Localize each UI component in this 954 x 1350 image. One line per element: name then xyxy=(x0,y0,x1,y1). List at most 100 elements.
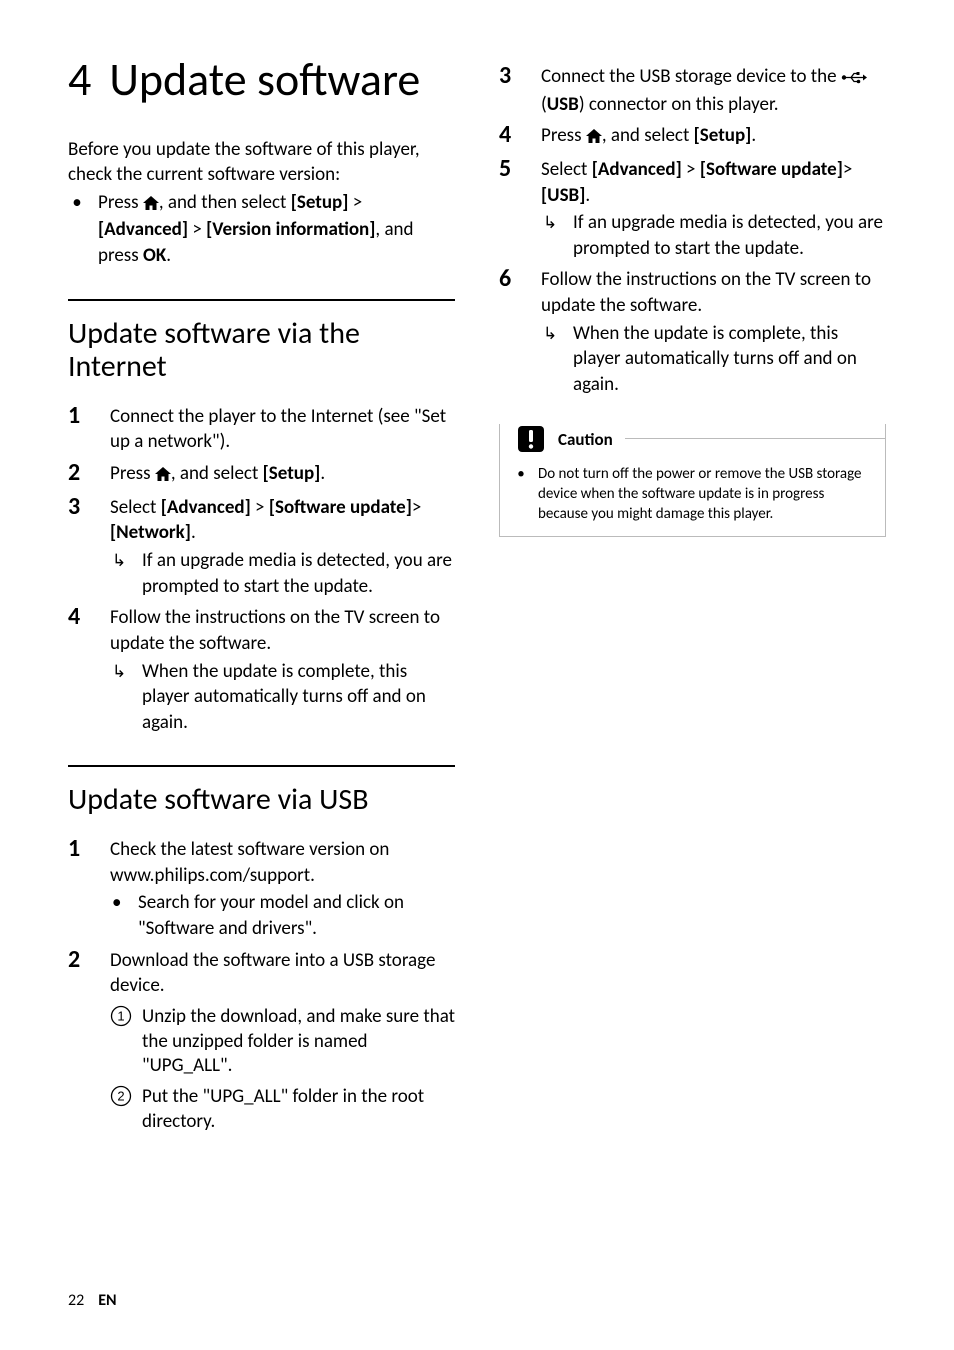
step-body: Connect the player to the Internet (see … xyxy=(110,404,455,455)
text: > xyxy=(348,191,362,214)
text: ) connector on this player. xyxy=(579,93,779,116)
step-body: Follow the instructions on the TV screen… xyxy=(541,267,886,397)
caution-box: Caution • Do not turn off the power or r… xyxy=(499,424,886,538)
step-number: 2 xyxy=(68,461,92,489)
intro-bullet-text: Press , and then select [Setup] > [Advan… xyxy=(98,190,455,269)
step-number: 4 xyxy=(499,123,523,151)
result-text: If an upgrade media is detected, you are… xyxy=(142,548,455,599)
page-language: EN xyxy=(98,1291,116,1310)
text: > xyxy=(412,496,421,519)
text: . xyxy=(585,184,590,207)
text: > xyxy=(843,158,852,181)
substep-text: Put the "UPG_ALL" folder in the root dir… xyxy=(142,1085,455,1134)
result-note: ↳ When the update is complete, this play… xyxy=(110,659,455,736)
caution-bullet: • Do not turn off the power or remove th… xyxy=(512,464,873,525)
caution-icon xyxy=(516,424,546,454)
usb-step-3: 3 Connect the USB storage device to the … xyxy=(499,64,886,117)
text: Press xyxy=(110,462,155,485)
text: Press xyxy=(98,191,143,214)
result-arrow-icon: ↳ xyxy=(543,321,561,398)
column-right: 3 Connect the USB storage device to the … xyxy=(499,56,886,1291)
text: > xyxy=(188,218,206,241)
text: Search for your model and click on "Soft… xyxy=(138,890,455,941)
menu-network: [Network] xyxy=(110,521,191,544)
text: . xyxy=(166,244,171,267)
step-body: Select [Advanced] > [Software update]> [… xyxy=(110,495,455,600)
chapter-number: 4 xyxy=(68,56,91,104)
text: Download the software into a USB storage… xyxy=(110,949,435,998)
result-text: If an upgrade media is detected, you are… xyxy=(573,210,886,261)
text: . xyxy=(191,521,196,544)
svg-text:1: 1 xyxy=(117,1008,124,1023)
text: . xyxy=(320,462,325,485)
result-note: ↳ When the update is complete, this play… xyxy=(541,321,886,398)
circled-number-2-icon: 2 xyxy=(110,1085,132,1134)
text: Press xyxy=(541,124,586,147)
step-body: Select [Advanced] > [Software update]> [… xyxy=(541,157,886,262)
caution-body: • Do not turn off the power or remove th… xyxy=(500,454,885,537)
text: Select xyxy=(110,496,161,519)
chapter-title: Update software xyxy=(109,52,420,108)
step-number: 4 xyxy=(68,605,92,735)
menu-setup: [Setup] xyxy=(291,191,349,214)
menu-setup: [Setup] xyxy=(263,462,321,485)
intro-bullet: • Press , and then select [Setup] > [Adv… xyxy=(68,190,455,269)
menu-advanced: [Advanced] xyxy=(161,496,251,519)
internet-step-2: 2 Press , and select [Setup]. xyxy=(68,461,455,489)
result-note: ↳ If an upgrade media is detected, you a… xyxy=(541,210,886,261)
internet-step-1: 1 Connect the player to the Internet (se… xyxy=(68,404,455,455)
text: . xyxy=(751,124,756,147)
bullet-dot: • xyxy=(514,464,528,525)
usb-step-1: 1 Check the latest software version on w… xyxy=(68,837,455,942)
result-text: When the update is complete, this player… xyxy=(573,321,886,398)
text: , and select xyxy=(602,124,694,147)
menu-software-update: [Software update] xyxy=(269,496,412,519)
substep-text: Unzip the download, and make sure that t… xyxy=(142,1005,455,1079)
page: 4Update software Before you update the s… xyxy=(0,0,954,1350)
text: Connect the USB storage device to the xyxy=(541,65,841,88)
intro-block: Before you update the software of this p… xyxy=(68,138,455,268)
internet-step-3: 3 Select [Advanced] > [Software update]>… xyxy=(68,495,455,600)
text: > xyxy=(251,496,269,519)
page-number: 22 xyxy=(68,1291,84,1310)
internet-step-4: 4 Follow the instructions on the TV scre… xyxy=(68,605,455,735)
step-number: 3 xyxy=(68,495,92,600)
section-internet-heading: Update software via the Internet xyxy=(68,299,455,384)
column-left: 4Update software Before you update the s… xyxy=(68,56,455,1291)
text: > xyxy=(682,158,700,181)
result-arrow-icon: ↳ xyxy=(112,548,130,599)
chapter-heading: 4Update software xyxy=(68,56,455,104)
result-note: ↳ If an upgrade media is detected, you a… xyxy=(110,548,455,599)
text: , and then select xyxy=(159,191,291,214)
result-arrow-icon: ↳ xyxy=(543,210,561,261)
caution-label: Caution xyxy=(558,428,613,450)
text: Follow the instructions on the TV screen… xyxy=(541,268,871,317)
content-columns: 4Update software Before you update the s… xyxy=(68,56,886,1291)
usb-label: USB xyxy=(547,93,579,116)
step-body: Connect the USB storage device to the (U… xyxy=(541,64,886,117)
sub-bullet: • Search for your model and click on "So… xyxy=(110,890,455,941)
usb-step-4: 4 Press , and select [Setup]. xyxy=(499,123,886,151)
home-icon xyxy=(155,463,171,489)
menu-usb: [USB] xyxy=(541,184,585,207)
home-icon xyxy=(143,192,159,218)
substep-a: 1 Unzip the download, and make sure that… xyxy=(110,1005,455,1079)
caution-text: Do not turn off the power or remove the … xyxy=(538,464,873,525)
step-number: 6 xyxy=(499,267,523,397)
intro-lead: Before you update the software of this p… xyxy=(68,138,455,187)
usb-icon xyxy=(841,66,867,92)
text: Follow the instructions on the TV screen… xyxy=(110,606,440,655)
home-icon xyxy=(586,125,602,151)
usb-step-6: 6 Follow the instructions on the TV scre… xyxy=(499,267,886,397)
step-body: Press , and select [Setup]. xyxy=(110,461,455,489)
step-body: Download the software into a USB storage… xyxy=(110,948,455,1135)
svg-text:2: 2 xyxy=(117,1088,124,1103)
usb-step-5: 5 Select [Advanced] > [Software update]>… xyxy=(499,157,886,262)
menu-advanced: [Advanced] xyxy=(592,158,682,181)
menu-version-info: [Version information] xyxy=(206,218,375,241)
text: , and select xyxy=(171,462,263,485)
step-body: Press , and select [Setup]. xyxy=(541,123,886,151)
text: Check the latest software version on www… xyxy=(110,838,389,887)
circled-number-1-icon: 1 xyxy=(110,1005,132,1079)
text: Select xyxy=(541,158,592,181)
